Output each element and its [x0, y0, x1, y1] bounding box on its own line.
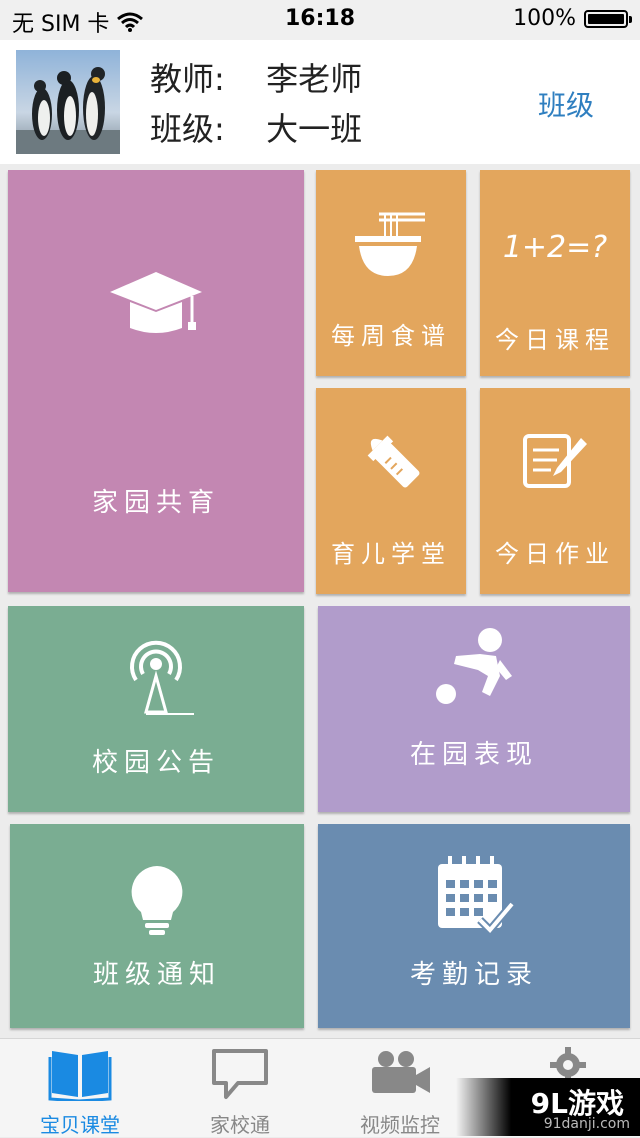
avatar[interactable] — [16, 50, 120, 154]
tab-home-school[interactable]: 家校通 — [160, 1039, 320, 1137]
tile-attendance[interactable]: 考勤记录 — [318, 824, 630, 1028]
video-camera-icon — [372, 1051, 430, 1093]
tile-home-school[interactable]: 家园共育 — [8, 170, 304, 592]
soccer-player-icon — [436, 628, 512, 704]
notepad-pencil-icon — [523, 434, 587, 488]
graduation-cap-icon — [110, 272, 202, 333]
teacher-label: 教师: — [150, 60, 225, 98]
light-bulb-icon — [131, 866, 183, 935]
tile-label: 每周食谱 — [331, 322, 451, 350]
tab-label: 宝贝课堂 — [40, 1113, 120, 1137]
tile-parenting[interactable]: 育儿学堂 — [316, 388, 466, 594]
tile-homework[interactable]: 今日作业 — [480, 388, 630, 594]
teacher-row: 教师: 李老师 — [150, 54, 362, 104]
class-name: 大一班 — [266, 110, 363, 148]
tile-performance[interactable]: 在园表现 — [318, 606, 630, 812]
status-right: 100% — [513, 6, 632, 31]
teacher-name: 李老师 — [266, 60, 363, 98]
class-label: 班级: — [150, 110, 225, 148]
tile-class-notice[interactable]: 班级通知 — [10, 824, 304, 1028]
tab-label: 家校通 — [210, 1113, 270, 1137]
profile-header: 教师: 李老师 班级: 大一班 班级 — [0, 40, 640, 164]
calendar-check-icon — [438, 856, 514, 936]
tile-weekly-menu[interactable]: 每周食谱 — [316, 170, 466, 376]
battery-fill — [588, 13, 624, 24]
noodle-bowl-icon — [355, 212, 425, 276]
tile-today-course[interactable]: 1+2=? 今日课程 — [480, 170, 630, 376]
tile-label: 育儿学堂 — [331, 540, 451, 568]
broadcast-antenna-icon — [130, 640, 194, 715]
class-row: 班级: 大一班 — [150, 104, 362, 154]
speech-bubble-icon — [212, 1049, 268, 1099]
tile-label: 今日课程 — [495, 326, 615, 354]
tile-label: 考勤记录 — [409, 960, 538, 990]
status-bar: 无 SIM 卡 16:18 100% — [0, 0, 640, 40]
tab-baby-class[interactable]: 宝贝课堂 — [0, 1039, 160, 1137]
tile-notice[interactable]: 校园公告 — [8, 606, 304, 812]
tile-label: 今日作业 — [495, 540, 615, 568]
tile-label: 家园共育 — [91, 488, 220, 518]
class-button[interactable]: 班级 — [538, 84, 594, 124]
math-equation-icon: 1+2=? — [502, 230, 608, 265]
baby-bottle-icon — [367, 435, 420, 488]
penguins-photo-icon — [16, 50, 120, 154]
battery-icon — [584, 9, 632, 28]
tile-label: 在园表现 — [409, 740, 538, 770]
tile-label: 班级通知 — [92, 960, 221, 990]
watermark-site: 91danji.com — [543, 1116, 630, 1132]
watermark-logo: 9L游戏 91danji.com — [456, 1078, 640, 1136]
battery-percent: 100% — [513, 6, 576, 31]
open-book-icon — [48, 1051, 112, 1101]
tile-label: 校园公告 — [91, 748, 220, 778]
teacher-info: 教师: 李老师 班级: 大一班 — [150, 54, 362, 154]
